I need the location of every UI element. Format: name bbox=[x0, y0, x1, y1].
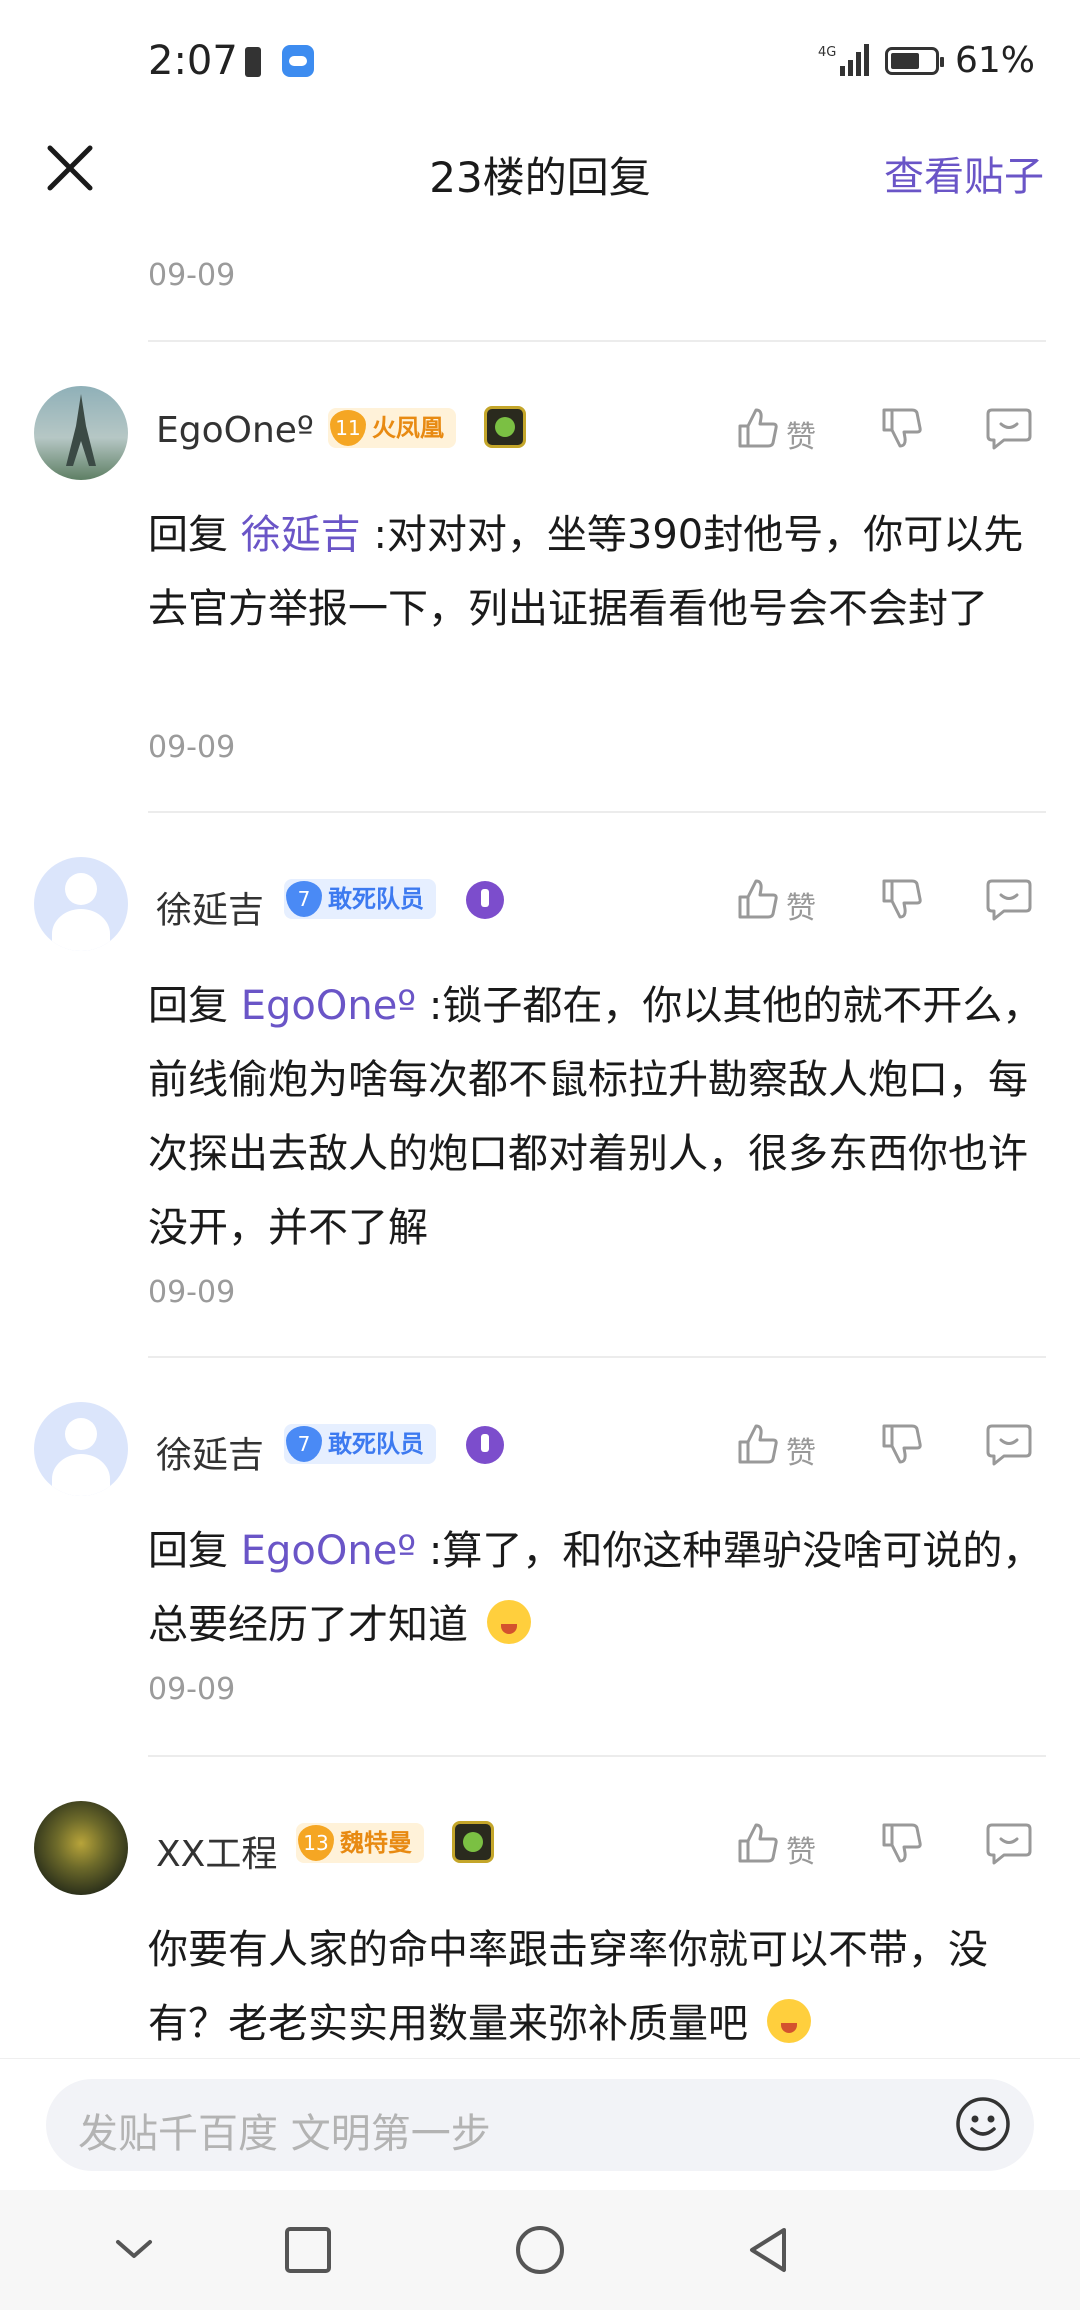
reply-button[interactable] bbox=[986, 1821, 1036, 1871]
level-badge: 7 敢死队员 bbox=[284, 1424, 436, 1464]
yawn-emoji-icon bbox=[486, 1600, 531, 1644]
thumbs-down-icon bbox=[882, 1823, 922, 1863]
badge-level: 13 bbox=[298, 1825, 334, 1861]
nav-home-icon[interactable] bbox=[514, 2224, 566, 2276]
badge-title: 敢死队员 bbox=[328, 885, 424, 913]
system-nav-bar bbox=[0, 2190, 1080, 2310]
dislike-button[interactable] bbox=[880, 877, 930, 927]
avatar[interactable] bbox=[34, 1402, 128, 1496]
page-header: 23楼的回复 查看贴子 bbox=[0, 120, 1080, 220]
status-time: 2:07 bbox=[148, 38, 238, 84]
view-post-link[interactable]: 查看贴子 bbox=[884, 144, 1044, 202]
badge-title: 魏特曼 bbox=[340, 1829, 412, 1857]
divider bbox=[148, 1755, 1046, 1757]
medal-icon bbox=[484, 406, 526, 448]
network-type: 4G bbox=[818, 45, 836, 60]
reply-prefix: 回复 bbox=[148, 983, 228, 1029]
like-label: 赞 bbox=[786, 420, 816, 455]
comment-input-bar: 发贴千百度 文明第一步 bbox=[0, 2058, 1080, 2191]
signal-icon: 4G bbox=[818, 44, 869, 76]
reply-button[interactable] bbox=[986, 406, 1036, 456]
thumbs-down-icon bbox=[882, 879, 922, 919]
medal-icon bbox=[466, 1426, 504, 1464]
thumbs-up-icon bbox=[738, 1823, 778, 1863]
divider bbox=[148, 811, 1046, 813]
comment-date: 09-09 bbox=[148, 730, 236, 765]
reply-prefix: 回复 bbox=[148, 512, 228, 558]
avatar[interactable] bbox=[34, 1801, 128, 1895]
thumbs-up-icon bbox=[738, 1424, 778, 1464]
reply-bubble-icon bbox=[986, 1823, 1032, 1865]
comment-text: 回复 EgoOneº :锁子都在，你以其他的就不开么，前线偷炮为啥每次都不鼠标拉… bbox=[148, 969, 1048, 1265]
like-label: 赞 bbox=[786, 1835, 816, 1870]
reply-bubble-icon bbox=[986, 879, 1032, 921]
level-badge: 7 敢死队员 bbox=[284, 879, 436, 919]
like-button[interactable]: 赞 bbox=[736, 406, 826, 456]
mention-link[interactable]: EgoOneº bbox=[241, 1528, 416, 1574]
comment-date: 09-09 bbox=[148, 1275, 236, 1310]
comment-body: 你要有人家的命中率跟击穿率你就可以不带，没有？老老实实用数量来弥补质量吧 bbox=[148, 1927, 988, 2047]
comment-text: 回复 徐延吉 :对对对，坐等390封他号，你可以先去官方举报一下，列出证据看看他… bbox=[148, 498, 1048, 646]
reply-bubble-icon bbox=[986, 1424, 1032, 1466]
badge-level: 7 bbox=[286, 1426, 322, 1462]
input-placeholder: 发贴千百度 文明第一步 bbox=[78, 2111, 491, 2157]
grin-emoji-icon bbox=[766, 1999, 811, 2043]
badge-title: 敢死队员 bbox=[328, 1430, 424, 1458]
mention-link[interactable]: EgoOneº bbox=[241, 983, 416, 1029]
avatar[interactable] bbox=[34, 386, 128, 480]
comment-text: 你要有人家的命中率跟击穿率你就可以不带，没有？老老实实用数量来弥补质量吧 bbox=[148, 1913, 1048, 2061]
battery-saver-icon bbox=[245, 47, 261, 77]
nav-recents-icon[interactable] bbox=[282, 2224, 334, 2276]
level-badge: 11 火凤凰 bbox=[328, 408, 456, 448]
avatar[interactable] bbox=[34, 857, 128, 951]
dislike-button[interactable] bbox=[880, 1422, 930, 1472]
like-button[interactable]: 赞 bbox=[736, 1422, 826, 1472]
battery-icon bbox=[885, 47, 944, 75]
dislike-button[interactable] bbox=[880, 406, 930, 456]
thumbs-down-icon bbox=[882, 1424, 922, 1464]
comment-date: 09-09 bbox=[148, 1672, 236, 1707]
comment-input[interactable]: 发贴千百度 文明第一步 bbox=[46, 2079, 1034, 2171]
comment-text: 回复 EgoOneº :算了，和你这种犟驴没啥可说的，总要经历了才知道 bbox=[148, 1514, 1048, 1662]
medal-icon bbox=[466, 881, 504, 919]
username[interactable]: 徐延吉 bbox=[156, 881, 264, 933]
emoji-icon[interactable] bbox=[954, 2095, 1012, 2153]
thumbs-up-icon bbox=[738, 408, 778, 448]
reply-bubble-icon bbox=[986, 408, 1032, 450]
nav-collapse-icon[interactable] bbox=[108, 2224, 160, 2276]
thumbs-up-icon bbox=[738, 879, 778, 919]
battery-percent: 61% bbox=[955, 40, 1036, 81]
reply-button[interactable] bbox=[986, 877, 1036, 927]
reply-prefix: 回复 bbox=[148, 1528, 228, 1574]
divider bbox=[148, 340, 1046, 342]
like-label: 赞 bbox=[786, 1436, 816, 1471]
username[interactable]: 徐延吉 bbox=[156, 1426, 264, 1478]
like-label: 赞 bbox=[786, 891, 816, 926]
level-badge: 13 魏特曼 bbox=[296, 1823, 424, 1863]
badge-level: 11 bbox=[330, 410, 366, 446]
badge-title: 火凤凰 bbox=[372, 414, 444, 442]
like-button[interactable]: 赞 bbox=[736, 1821, 826, 1871]
status-bar: 2:07 4G 61% bbox=[0, 0, 1080, 120]
username[interactable]: EgoOneº bbox=[156, 410, 314, 451]
thumbs-down-icon bbox=[882, 408, 922, 448]
badge-level: 7 bbox=[286, 881, 322, 917]
like-button[interactable]: 赞 bbox=[736, 877, 826, 927]
dislike-button[interactable] bbox=[880, 1821, 930, 1871]
medal-icon bbox=[452, 1821, 494, 1863]
nav-back-icon[interactable] bbox=[744, 2224, 796, 2276]
cloud-icon bbox=[282, 45, 314, 77]
comment-date: 09-09 bbox=[148, 258, 236, 293]
divider bbox=[148, 1356, 1046, 1358]
mention-link[interactable]: 徐延吉 bbox=[241, 512, 361, 558]
reply-button[interactable] bbox=[986, 1422, 1036, 1472]
username[interactable]: XX工程 bbox=[156, 1825, 277, 1877]
